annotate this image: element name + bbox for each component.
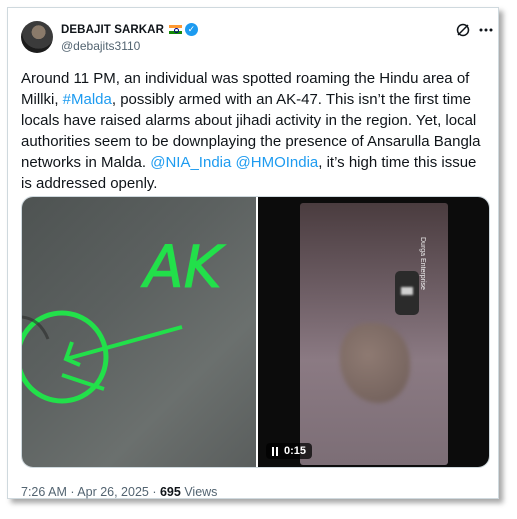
grok-icon[interactable] [455, 22, 471, 38]
video-vehicle [395, 271, 419, 315]
user-handle[interactable]: @debajits3110 [61, 39, 140, 53]
mention-link[interactable]: @HMOIndia [236, 154, 319, 171]
india-flag-icon [169, 25, 182, 34]
annotation-arrow-line [65, 325, 183, 361]
video-watermark: Durga Enterprise [419, 237, 426, 290]
tweet-text: Around 11 PM, an individual was spotted … [21, 68, 491, 194]
media-image[interactable]: AK [22, 197, 256, 467]
hashtag-link[interactable]: #Malda [63, 91, 112, 108]
mention-link[interactable]: @NIA_India [150, 154, 231, 171]
verified-badge-icon: ✓ [185, 23, 198, 36]
views-count: 695 [159, 485, 181, 499]
pause-icon[interactable] [272, 446, 278, 456]
video-duration: 0:15 [284, 445, 307, 457]
tweet-meta: 7:26 AM · Apr 26, 2025 · 695 Views [21, 485, 217, 499]
annotation-circle [22, 310, 109, 404]
tweet-card[interactable]: DEBAJIT SARKAR ✓ @debajits3110 Around 11… [7, 7, 499, 499]
video-blurred-figure [340, 323, 410, 403]
more-icon[interactable] [478, 22, 494, 38]
annotation-overlay: AK [22, 233, 226, 404]
annotation-arrow-head [63, 341, 81, 367]
media-grid[interactable]: AK Durga Enterprise 0:15 [21, 196, 490, 468]
views-label: Views [180, 485, 218, 499]
user-display-name-row[interactable]: DEBAJIT SARKAR ✓ [61, 23, 198, 36]
video-duration-badge[interactable]: 0:15 [266, 443, 313, 459]
tweet-timestamp[interactable]: 7:26 AM · Apr 26, 2025 · [21, 485, 160, 499]
avatar[interactable] [21, 21, 53, 53]
annotation-ak-label: AK [140, 233, 226, 301]
display-name[interactable]: DEBAJIT SARKAR [61, 24, 164, 36]
media-video[interactable]: Durga Enterprise 0:15 [258, 197, 489, 467]
